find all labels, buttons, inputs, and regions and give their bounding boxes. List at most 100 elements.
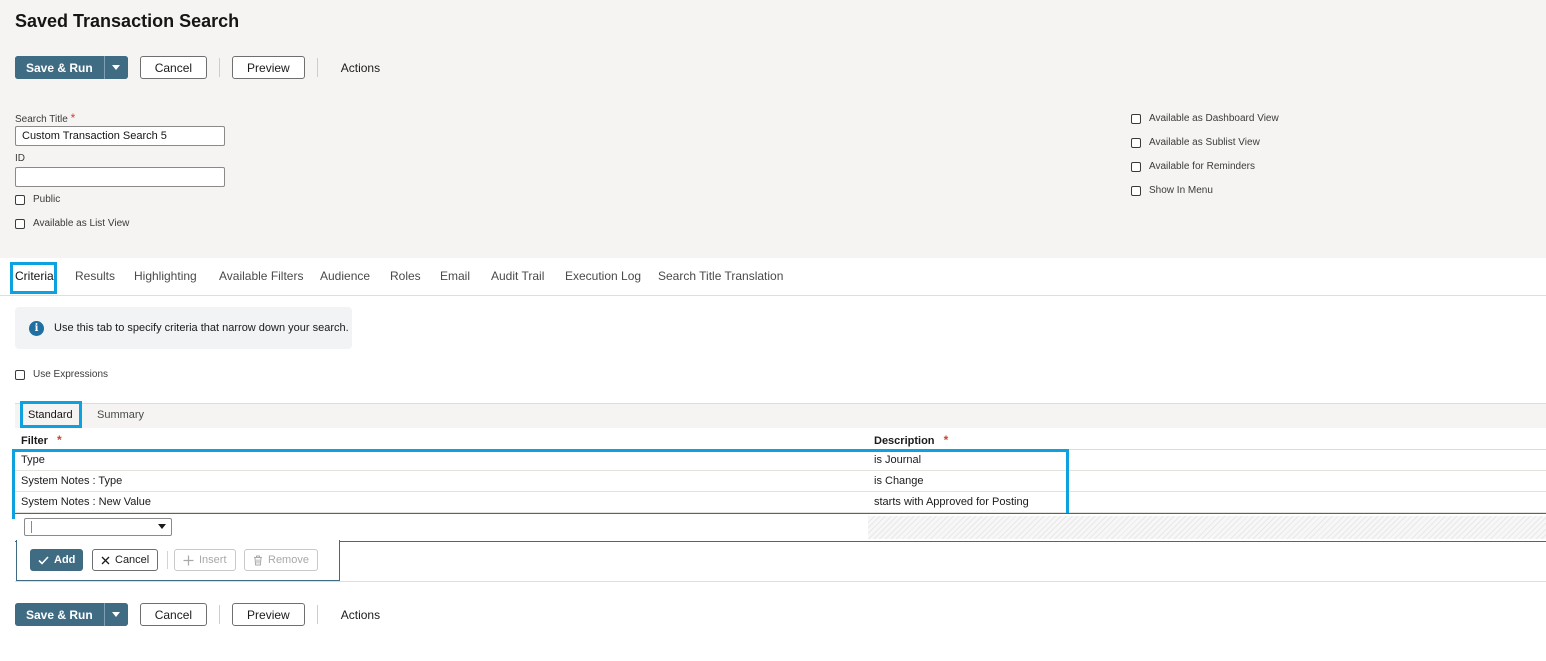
save-run-button[interactable]: Save & Run — [15, 603, 104, 626]
tab-roles[interactable]: Roles — [390, 269, 421, 283]
dashboard-view-label: Available as Dashboard View — [1149, 113, 1279, 124]
required-mark: * — [943, 433, 949, 447]
plus-icon — [183, 555, 194, 566]
dashboard-view-checkbox[interactable] — [1131, 113, 1141, 124]
filter-cell: Type — [21, 454, 45, 466]
toolbar-divider — [219, 605, 221, 624]
remove-button[interactable]: Remove — [244, 549, 318, 571]
use-expressions-checkbox[interactable] — [15, 369, 25, 380]
search-title-label-text: Search Title — [15, 114, 68, 125]
dashboard-view-option: Available as Dashboard View — [1131, 113, 1279, 124]
show-in-menu-option: Show In Menu — [1131, 185, 1213, 196]
save-run-button-group: Save & Run — [15, 56, 128, 79]
bottom-toolbar: Save & Run Cancel Preview Actions — [15, 603, 391, 626]
description-cell: starts with Approved for Posting — [874, 496, 1029, 508]
public-checkbox[interactable] — [15, 194, 25, 205]
required-mark: * — [70, 111, 76, 125]
trash-icon — [253, 555, 263, 566]
tab-audit-trail[interactable]: Audit Trail — [491, 269, 544, 283]
save-run-dropdown-button[interactable] — [103, 56, 128, 79]
public-option: Public — [15, 194, 60, 205]
caret-down-icon — [112, 65, 121, 70]
tab-search-title-translation[interactable]: Search Title Translation — [658, 269, 783, 283]
subtab-standard[interactable]: Standard — [28, 409, 73, 421]
remove-label: Remove — [268, 554, 309, 566]
insert-button[interactable]: Insert — [174, 549, 236, 571]
edit-actions-divider — [167, 551, 168, 569]
description-column-header: Description * — [874, 433, 948, 447]
close-icon — [101, 556, 110, 565]
toolbar-divider — [219, 58, 221, 77]
tab-email[interactable]: Email — [440, 269, 470, 283]
table-row[interactable]: Type is Journal — [15, 450, 1546, 471]
info-text: Use this tab to specify criteria that na… — [54, 322, 349, 334]
page-title: Saved Transaction Search — [15, 11, 240, 31]
criteria-subtabs: Standard Summary — [15, 403, 1546, 428]
id-input[interactable] — [15, 167, 225, 187]
filter-dropdown[interactable] — [24, 518, 172, 536]
top-toolbar: Save & Run Cancel Preview Actions — [15, 56, 391, 79]
filter-column-label: Filter — [21, 435, 48, 447]
use-expressions-option: Use Expressions — [15, 369, 108, 380]
reminders-checkbox[interactable] — [1131, 161, 1141, 172]
criteria-edit-row — [15, 513, 1546, 542]
public-label: Public — [33, 194, 61, 205]
show-in-menu-label: Show In Menu — [1149, 185, 1213, 196]
text-cursor — [31, 521, 32, 533]
description-cell: is Journal — [874, 454, 922, 466]
required-mark: * — [56, 433, 62, 447]
add-label: Add — [54, 554, 76, 566]
check-icon — [38, 555, 49, 565]
tab-execution-log[interactable]: Execution Log — [565, 269, 641, 283]
search-title-label: Search Title * — [15, 111, 75, 125]
tab-highlighting[interactable]: Highlighting — [134, 269, 197, 283]
criteria-grid-header: Filter * Description * — [15, 428, 1546, 450]
info-icon: i — [29, 320, 44, 336]
chevron-down-icon — [158, 524, 166, 529]
save-run-button[interactable]: Save & Run — [15, 56, 104, 79]
use-expressions-label: Use Expressions — [33, 369, 109, 380]
reminders-option: Available for Reminders — [1131, 161, 1255, 172]
info-banner: i Use this tab to specify criteria that … — [15, 307, 352, 349]
search-title-input[interactable] — [15, 126, 225, 146]
sublist-view-label: Available as Sublist View — [1149, 137, 1260, 148]
main-tabs: Criteria Results Highlighting Available … — [0, 258, 1546, 296]
form-header-area — [0, 0, 1546, 258]
sublist-view-option: Available as Sublist View — [1131, 137, 1260, 148]
description-cell: is Change — [874, 475, 924, 487]
show-in-menu-checkbox[interactable] — [1131, 185, 1141, 196]
edit-actions-bar: Add Cancel Insert Remove — [16, 540, 340, 581]
cancel-button[interactable]: Cancel — [139, 56, 208, 79]
caret-down-icon — [112, 612, 121, 617]
actions-menu[interactable]: Actions — [330, 608, 391, 622]
preview-button[interactable]: Preview — [232, 603, 305, 626]
description-column-label: Description — [874, 435, 935, 447]
reminders-label: Available for Reminders — [1149, 161, 1255, 172]
table-row[interactable]: System Notes : Type is Change — [15, 471, 1546, 492]
add-button[interactable]: Add — [30, 549, 84, 571]
tab-audience[interactable]: Audience — [320, 269, 370, 283]
row-cancel-label: Cancel — [115, 554, 150, 566]
filter-column-header: Filter * — [21, 433, 62, 447]
tab-available-filters[interactable]: Available Filters — [219, 269, 303, 283]
id-label: ID — [15, 153, 25, 164]
description-disabled-cell — [868, 516, 1546, 539]
cancel-button[interactable]: Cancel — [139, 603, 208, 626]
subtab-summary[interactable]: Summary — [97, 409, 144, 421]
row-cancel-button[interactable]: Cancel — [92, 549, 159, 571]
preview-button[interactable]: Preview — [232, 56, 305, 79]
insert-label: Insert — [199, 554, 227, 566]
grid-bottom-divider — [15, 581, 1546, 582]
actions-menu[interactable]: Actions — [330, 61, 391, 75]
save-run-button-group: Save & Run — [15, 603, 128, 626]
toolbar-divider — [316, 605, 318, 624]
list-view-checkbox[interactable] — [15, 218, 25, 229]
save-run-dropdown-button[interactable] — [103, 603, 128, 626]
tab-criteria[interactable]: Criteria — [15, 269, 54, 283]
table-row[interactable]: System Notes : New Value starts with App… — [15, 492, 1546, 513]
sublist-view-checkbox[interactable] — [1131, 137, 1141, 148]
list-view-label: Available as List View — [33, 218, 130, 229]
tab-results[interactable]: Results — [75, 269, 115, 283]
toolbar-divider — [316, 58, 318, 77]
list-view-option: Available as List View — [15, 218, 129, 229]
